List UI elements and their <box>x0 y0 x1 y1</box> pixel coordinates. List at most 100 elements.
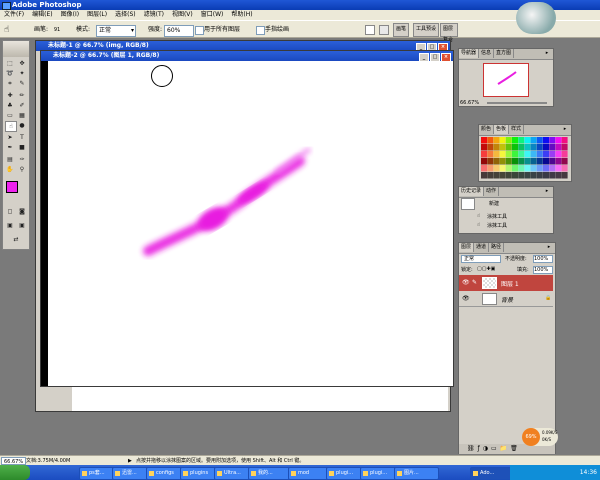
well-tab-tool-presets[interactable]: 工具预设 <box>413 23 440 37</box>
toggle-palettes-icon[interactable] <box>379 25 389 35</box>
tab-paths[interactable]: 路径 <box>489 243 505 252</box>
finger-painting-checkbox[interactable] <box>256 26 265 35</box>
tab-history[interactable]: 历史记录 <box>459 187 485 196</box>
zoom-tool-icon[interactable]: ⚲ <box>17 165 27 174</box>
opacity-field[interactable]: 100% <box>533 255 553 263</box>
visibility-eye-icon[interactable]: 👁 <box>462 279 470 286</box>
notes-tool-icon[interactable]: ▤ <box>5 155 15 164</box>
options-bar: ☝ 画笔: 91 模式: 正常 ▾ 强度: 60% 用于所有图层 手指绘画 <box>0 20 600 38</box>
visibility-eye-icon[interactable]: 👁 <box>462 295 470 302</box>
palette-menu-icon[interactable]: ▸ <box>543 50 551 57</box>
eyedropper-tool-icon[interactable]: ✑ <box>17 155 27 164</box>
history-item-new[interactable]: 新建 <box>489 200 499 207</box>
healing-brush-tool-icon[interactable]: ✚ <box>5 91 15 100</box>
color-swatch <box>481 137 487 144</box>
navigator-preview[interactable] <box>483 63 529 97</box>
menu-file[interactable]: 文件(F) <box>0 10 28 20</box>
navigator-zoom-value[interactable]: 66.67% <box>460 100 479 106</box>
gradient-tool-icon[interactable]: ▦ <box>17 111 27 120</box>
foreground-color-swatch[interactable] <box>6 181 18 193</box>
palette-menu-icon[interactable]: ▸ <box>561 126 569 133</box>
type-tool-icon[interactable]: T <box>17 133 27 142</box>
crop-tool-icon[interactable]: ⌗ <box>5 79 15 88</box>
menu-select[interactable]: 选择(S) <box>111 10 140 20</box>
color-swatch <box>549 137 556 144</box>
start-button[interactable] <box>0 465 30 480</box>
full-screen-icon[interactable]: ▣ <box>17 221 27 230</box>
strength-field[interactable]: 60% <box>164 25 194 37</box>
shape-tool-icon[interactable]: ■ <box>17 143 27 152</box>
navigator-zoom-slider[interactable] <box>487 102 547 104</box>
lock-icon: 🔒 <box>545 295 552 301</box>
history-brush-tool-icon[interactable]: ✐ <box>17 101 27 110</box>
color-swatch <box>561 137 568 144</box>
jump-to-imageready-icon[interactable]: ⇄ <box>11 235 21 244</box>
marquee-tool-icon[interactable]: ⬚ <box>5 59 15 68</box>
taskbar-button[interactable]: 图片... <box>394 467 439 480</box>
clone-stamp-tool-icon[interactable]: ♣ <box>5 101 15 110</box>
palette-menu-icon[interactable]: ▸ <box>543 188 551 195</box>
lock-icon[interactable]: ▢▢✚▣ <box>477 266 495 272</box>
swatch-grid[interactable] <box>481 137 569 181</box>
layer-name[interactable]: 图层 1 <box>501 279 519 288</box>
color-swatch <box>561 151 568 158</box>
tab-layers[interactable]: 图层 <box>459 243 475 252</box>
well-tab-layer-comps[interactable]: 图层复合 <box>440 23 458 43</box>
tab-navigator[interactable]: 导航器 <box>459 49 480 58</box>
color-swatch <box>555 165 562 172</box>
lasso-tool-icon[interactable]: ➰ <box>5 69 15 78</box>
blend-mode-select[interactable]: 正常 <box>461 255 501 263</box>
taskbar-button[interactable]: 我的... <box>248 467 293 480</box>
menu-image[interactable]: 图像(I) <box>57 10 83 20</box>
status-zoom[interactable]: 66.67% <box>1 457 27 465</box>
move-tool-icon[interactable]: ✥ <box>17 59 27 68</box>
smudge-tool-icon[interactable]: ☝ <box>5 121 17 132</box>
smudge-tool-icon[interactable]: ☝ <box>4 24 18 36</box>
slice-tool-icon[interactable]: ✎ <box>17 79 27 88</box>
document-2-titlebar[interactable]: 未标题-2 @ 66.7% (图层 1, RGB/8) _ □ × <box>41 51 453 62</box>
history-snapshot-thumbnail[interactable] <box>461 198 475 210</box>
history-item-smudge-2[interactable]: 涂抹工具 <box>487 222 507 229</box>
menu-help[interactable]: 帮助(H) <box>227 10 256 20</box>
magic-wand-tool-icon[interactable]: ✦ <box>17 69 27 78</box>
fill-field[interactable]: 100% <box>533 266 553 274</box>
network-percent-badge[interactable]: 69% <box>522 428 540 446</box>
color-swatch <box>530 165 537 172</box>
dodge-tool-icon[interactable]: ● <box>17 121 27 130</box>
layer-row-layer1[interactable]: 👁 ✎ 图层 1 <box>459 275 553 291</box>
menu-layer[interactable]: 图层(L) <box>83 10 111 20</box>
screen-mode-icon[interactable]: ▣ <box>5 221 15 230</box>
tab-histogram[interactable]: 直方图 <box>494 49 515 58</box>
document-2-canvas[interactable] <box>48 61 453 386</box>
menu-filter[interactable]: 滤镜(T) <box>140 10 168 20</box>
color-swatch <box>555 144 562 151</box>
brush-tool-icon[interactable]: ✏ <box>17 91 27 100</box>
mode-select[interactable]: 正常 ▾ <box>96 25 136 37</box>
all-layers-checkbox[interactable] <box>195 26 204 35</box>
pen-tool-icon[interactable]: ✒ <box>5 143 15 152</box>
history-item-smudge-1[interactable]: 涂抹工具 <box>487 213 507 220</box>
clock[interactable]: 14:36 <box>580 469 597 476</box>
quick-mask-icon[interactable]: ◙ <box>17 207 27 216</box>
taskbar-button-photoshop[interactable]: Ado... <box>470 467 515 480</box>
layer-row-background[interactable]: 👁 背景 🔒 <box>459 291 553 307</box>
menu-edit[interactable]: 编辑(E) <box>28 10 56 20</box>
well-tab-brushes[interactable]: 画笔 <box>393 23 410 37</box>
tab-styles[interactable]: 样式 <box>509 125 525 134</box>
tab-swatches[interactable]: 色板 <box>494 125 510 134</box>
standard-mode-icon[interactable]: ◻ <box>5 207 15 216</box>
file-browser-icon[interactable] <box>365 25 375 35</box>
tab-color[interactable]: 颜色 <box>479 125 495 134</box>
eraser-tool-icon[interactable]: ▭ <box>5 111 15 120</box>
palette-menu-icon[interactable]: ▸ <box>545 244 553 251</box>
path-selection-tool-icon[interactable]: ➤ <box>5 133 15 142</box>
tab-channels[interactable]: 通道 <box>474 243 490 252</box>
tab-info[interactable]: 信息 <box>479 49 495 58</box>
menu-window[interactable]: 窗口(W) <box>197 10 228 20</box>
hand-tool-icon[interactable]: ✋ <box>5 165 15 174</box>
brush-size[interactable]: 91 <box>50 25 64 35</box>
history-palette: 历史记录 动作 ▸ 新建 ☝ 涂抹工具 ☝ 涂抹工具 <box>458 186 554 234</box>
tab-actions[interactable]: 动作 <box>484 187 500 196</box>
layer-name[interactable]: 背景 <box>501 295 513 304</box>
menu-view[interactable]: 视图(V) <box>168 10 197 20</box>
